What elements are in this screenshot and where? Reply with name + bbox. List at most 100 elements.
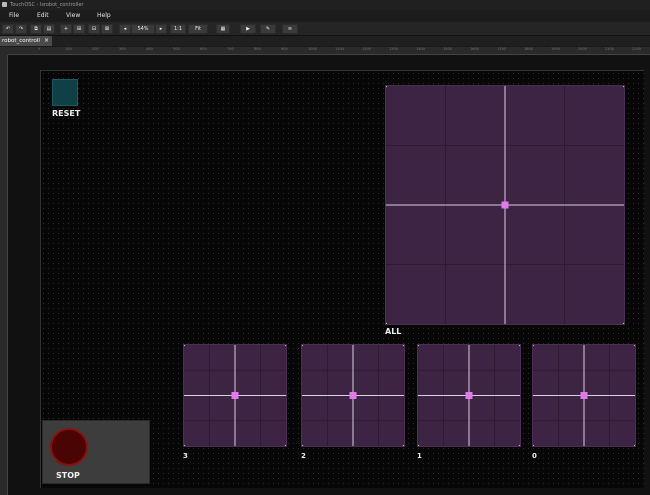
xy-pad-0-label: 0 xyxy=(532,452,537,460)
xy-pad-graphic xyxy=(386,86,624,324)
xy-pad-graphic xyxy=(302,345,404,446)
edit-button[interactable]: ✎ xyxy=(260,24,276,34)
ruler-tick: 1900 xyxy=(551,47,560,51)
xy-pad-2-label: 2 xyxy=(301,452,306,460)
corner-dot xyxy=(418,444,420,446)
arrange-icon: ⊠ xyxy=(104,26,110,32)
xy-pad-3-label: 3 xyxy=(183,452,188,460)
ruler-tick: 1500 xyxy=(443,47,452,51)
corner-dot xyxy=(633,444,635,446)
horizontal-ruler: 0 100 200 300 400 500 600 700 800 900 1000 1100 1200… xyxy=(8,47,650,55)
delete-button[interactable]: ▤ xyxy=(43,24,55,34)
menu-file[interactable]: File xyxy=(9,10,19,22)
xy-pad-graphic xyxy=(533,345,635,446)
menu-edit[interactable]: Edit xyxy=(37,10,49,22)
corner-dot xyxy=(533,345,535,347)
trash-icon: ▤ xyxy=(46,26,52,32)
pencil-icon: ✎ xyxy=(265,26,271,32)
corner-dot xyxy=(633,345,635,347)
align-icon: ⊞ xyxy=(76,26,82,32)
reset-button[interactable] xyxy=(52,79,78,106)
copy-button[interactable]: ⧉ xyxy=(30,24,42,34)
ruler-tick: 800 xyxy=(254,47,261,51)
connections-button[interactable]: ≋ xyxy=(282,24,298,34)
tab-robot-controller[interactable]: robot_controll × xyxy=(0,36,52,46)
ruler-corner xyxy=(0,47,8,55)
ruler-tick: 0 xyxy=(38,47,41,51)
zoom-level[interactable]: 54% xyxy=(131,24,155,34)
ruler-tick: 900 xyxy=(281,47,288,51)
menu-help[interactable]: Help xyxy=(97,10,111,22)
chevron-left-icon: ◂ xyxy=(123,26,127,32)
corner-dot xyxy=(184,345,186,347)
corner-dot xyxy=(533,444,535,446)
zoom-one-to-one-button[interactable]: 1:1 xyxy=(170,24,186,34)
ruler-tick: 1400 xyxy=(416,47,425,51)
ruler-tick: 1200 xyxy=(362,47,371,51)
corner-dot xyxy=(302,444,304,446)
ruler-tick: 2000 xyxy=(578,47,587,51)
corner-dot xyxy=(386,322,388,324)
corner-dot xyxy=(386,86,388,88)
close-icon[interactable]: × xyxy=(44,36,49,46)
grid-icon: ▦ xyxy=(220,26,226,32)
ruler-tick: 1300 xyxy=(389,47,398,51)
play-button[interactable]: ▶ xyxy=(240,24,256,34)
add-button[interactable]: + xyxy=(60,24,72,34)
ruler-tick: 200 xyxy=(92,47,99,51)
xy-handle xyxy=(465,392,473,399)
corner-dot xyxy=(402,345,404,347)
app-icon xyxy=(2,2,7,7)
ruler-tick: 100 xyxy=(65,47,72,51)
xy-pad-0[interactable] xyxy=(532,344,636,447)
tab-label: robot_controll xyxy=(2,38,40,44)
corner-dot xyxy=(402,444,404,446)
xy-pad-1-label: 1 xyxy=(417,452,422,460)
ruler-tick: 400 xyxy=(146,47,153,51)
zoom-in-button[interactable]: ▸ xyxy=(155,24,167,34)
wifi-icon: ≋ xyxy=(287,26,293,32)
xy-pad-1[interactable] xyxy=(417,344,521,447)
align-button[interactable]: ⊞ xyxy=(73,24,85,34)
ruler-tick: 1600 xyxy=(470,47,479,51)
title-bar: TouchOSC - lsrobot_controller xyxy=(0,0,650,10)
xy-handle xyxy=(501,201,509,209)
ruler-tick: 1000 xyxy=(308,47,317,51)
arrange-button[interactable]: ⊠ xyxy=(101,24,113,34)
undo-button[interactable]: ↶ xyxy=(2,24,14,34)
xy-pad-graphic xyxy=(418,345,520,446)
zoom-fit-button[interactable]: Fit xyxy=(188,24,208,34)
corner-dot xyxy=(622,86,624,88)
xy-pad-2[interactable] xyxy=(301,344,405,447)
xy-pad-all[interactable] xyxy=(385,85,625,325)
xy-pad-3[interactable] xyxy=(183,344,287,447)
corner-dot xyxy=(284,345,286,347)
zoom-out-button[interactable]: ◂ xyxy=(119,24,131,34)
distribute-button[interactable]: ⊟ xyxy=(88,24,100,34)
stop-button[interactable] xyxy=(50,428,88,466)
xy-handle xyxy=(580,392,588,399)
corner-dot xyxy=(418,345,420,347)
xy-pad-graphic xyxy=(184,345,286,446)
toolbar: ↶ ↷ ⧉ ▤ + ⊞ ⊟ ⊠ ◂ 54% ▸ 1:1 Fit ▦ ▶ ✎ ≋ xyxy=(0,22,650,36)
ruler-tick: 1800 xyxy=(524,47,533,51)
corner-dot xyxy=(184,444,186,446)
window-title: TouchOSC - lsrobot_controller xyxy=(10,2,84,8)
ruler-tick: 1100 xyxy=(335,47,344,51)
ruler-tick: 2100 xyxy=(605,47,614,51)
redo-icon: ↷ xyxy=(18,26,24,32)
stop-label: STOP xyxy=(56,471,80,480)
vertical-ruler xyxy=(0,55,8,495)
tab-bar: robot_controll × xyxy=(0,36,650,46)
grid-button[interactable]: ▦ xyxy=(216,24,230,34)
menu-bar: File Edit View Help xyxy=(0,10,650,22)
ruler-tick: 500 xyxy=(173,47,180,51)
ruler-tick: 700 xyxy=(227,47,234,51)
redo-button[interactable]: ↷ xyxy=(15,24,27,34)
undo-icon: ↶ xyxy=(5,26,11,32)
menu-view[interactable]: View xyxy=(66,10,80,22)
corner-dot xyxy=(518,444,520,446)
chevron-right-icon: ▸ xyxy=(159,26,163,32)
distribute-icon: ⊟ xyxy=(91,26,97,32)
ruler-tick: 1700 xyxy=(497,47,506,51)
